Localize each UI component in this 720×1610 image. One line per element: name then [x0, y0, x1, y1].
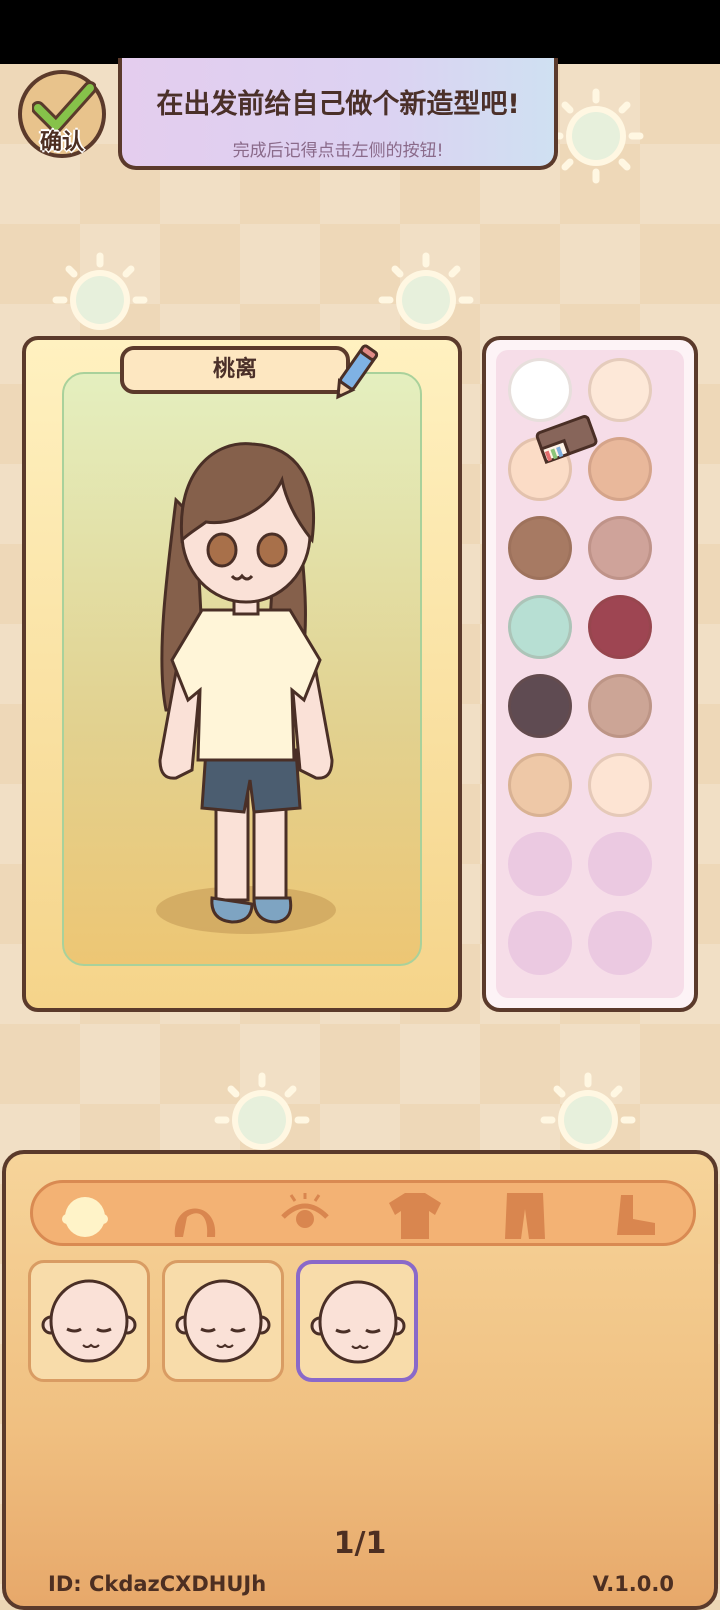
color-swatch[interactable]	[588, 753, 652, 817]
eraser-icon[interactable]	[530, 410, 602, 470]
category-tabs	[30, 1180, 696, 1246]
color-swatch[interactable]	[588, 516, 652, 580]
hair-icon[interactable]	[167, 1189, 223, 1241]
color-palette-card	[482, 336, 698, 1012]
color-swatch	[588, 832, 652, 896]
character-name[interactable]: 桃离	[120, 346, 350, 394]
version-label: V.1.0.0	[592, 1572, 674, 1596]
color-swatch	[508, 911, 572, 975]
player-id: ID: CkdazCXDHUJh	[48, 1572, 267, 1596]
pencil-icon[interactable]	[326, 340, 382, 408]
status-bar	[0, 0, 720, 64]
color-swatch[interactable]	[588, 674, 652, 738]
customization-panel: 1/1 ID: CkdazCXDHUJh V.1.0.0	[2, 1150, 718, 1610]
confirm-button[interactable]: 确认	[18, 70, 106, 158]
face-preview-icon	[175, 1279, 271, 1363]
color-swatch[interactable]	[508, 753, 572, 817]
sun-icon	[548, 88, 644, 184]
character-preview-card: 桃离	[22, 336, 462, 1012]
character-avatar	[156, 442, 336, 934]
instruction-banner: 在出发前给自己做个新造型吧! 完成后记得点击左侧的按钮!	[118, 58, 558, 170]
color-swatch	[588, 911, 652, 975]
confirm-label: 确认	[39, 130, 84, 155]
pants-icon[interactable]	[497, 1189, 553, 1241]
face-preview-icon	[41, 1279, 137, 1363]
face-icon[interactable]	[57, 1189, 113, 1241]
banner-subtitle: 完成后记得点击左侧的按钮!	[232, 141, 444, 161]
face-option[interactable]	[296, 1260, 418, 1382]
color-swatch[interactable]	[508, 674, 572, 738]
color-swatch[interactable]	[588, 595, 652, 659]
shoe-icon[interactable]	[607, 1189, 663, 1241]
sun-icon	[378, 252, 474, 330]
face-option[interactable]	[28, 1260, 150, 1382]
face-preview-icon	[310, 1280, 406, 1364]
color-swatch[interactable]	[508, 516, 572, 580]
banner-title: 在出发前给自己做个新造型吧!	[156, 89, 520, 120]
eye-icon[interactable]	[277, 1189, 333, 1241]
page-indicator: 1/1	[333, 1526, 387, 1561]
shirt-icon[interactable]	[387, 1189, 443, 1241]
color-swatch[interactable]	[508, 595, 572, 659]
color-swatch	[508, 832, 572, 896]
face-option[interactable]	[162, 1260, 284, 1382]
sun-icon	[52, 252, 148, 330]
